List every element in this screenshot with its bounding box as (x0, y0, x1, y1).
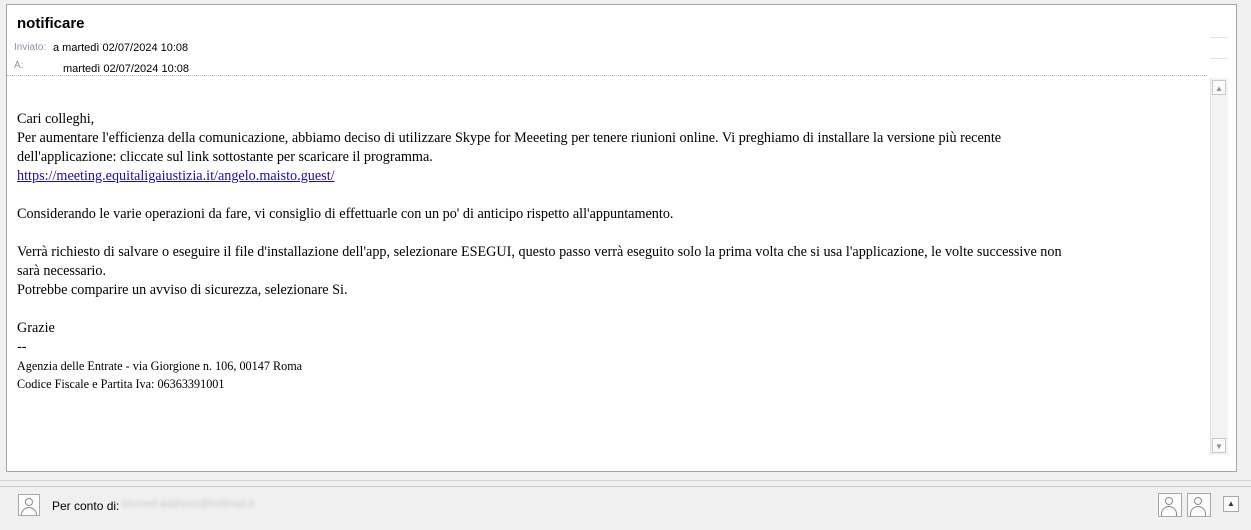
scroll-down-button[interactable]: ▼ (1212, 438, 1226, 453)
header-divider (7, 75, 1207, 76)
sent-value: a martedì 02/07/2024 10:08 (53, 42, 189, 54)
greeting: Cari colleghi, (17, 111, 95, 127)
signature-line: Agenzia delle Entrate - via Giorgione n.… (17, 359, 303, 373)
body-text: Considerando le varie operazioni da fare… (17, 206, 674, 222)
header-divider (1210, 58, 1228, 59)
scroll-up-button[interactable]: ▲ (1212, 80, 1226, 95)
person-icon[interactable] (1158, 493, 1182, 517)
body-text: Potrebbe comparire un avviso di sicurezz… (17, 282, 348, 298)
on-behalf-address: blurred-address@hotmail.it (122, 498, 255, 510)
signature-separator: -- (17, 339, 27, 355)
signature-line: Codice Fiscale e Partita Iva: 0636339100… (17, 377, 225, 391)
people-pane-divider (0, 480, 1251, 481)
message-body: Cari colleghi, Per aumentare l'efficienz… (17, 110, 1197, 393)
chevron-up-icon[interactable]: ▲ (1223, 496, 1239, 512)
body-text: Verrà richiesto di salvare o eseguire il… (17, 244, 1062, 260)
body-text: dell'applicazione: cliccate sul link sot… (17, 149, 433, 165)
on-behalf-label: Per conto di: (52, 499, 120, 513)
vertical-scrollbar[interactable]: ▲ ▼ (1210, 78, 1228, 455)
body-text: sarà necessario. (17, 263, 107, 279)
sent-label: Inviato: (14, 42, 47, 53)
body-text: Per aumentare l'efficienza della comunic… (17, 130, 1002, 146)
closing: Grazie (17, 320, 55, 336)
to-value: martedì 02/07/2024 10:08 (63, 63, 189, 75)
to-label: A: (14, 60, 24, 71)
person-icon[interactable] (18, 494, 40, 516)
person-icon[interactable] (1187, 493, 1211, 517)
header-divider (1210, 37, 1228, 38)
message-subject: notificare (17, 15, 85, 32)
download-link[interactable]: https://meeting.equitaligaiustizia.it/an… (17, 168, 335, 184)
